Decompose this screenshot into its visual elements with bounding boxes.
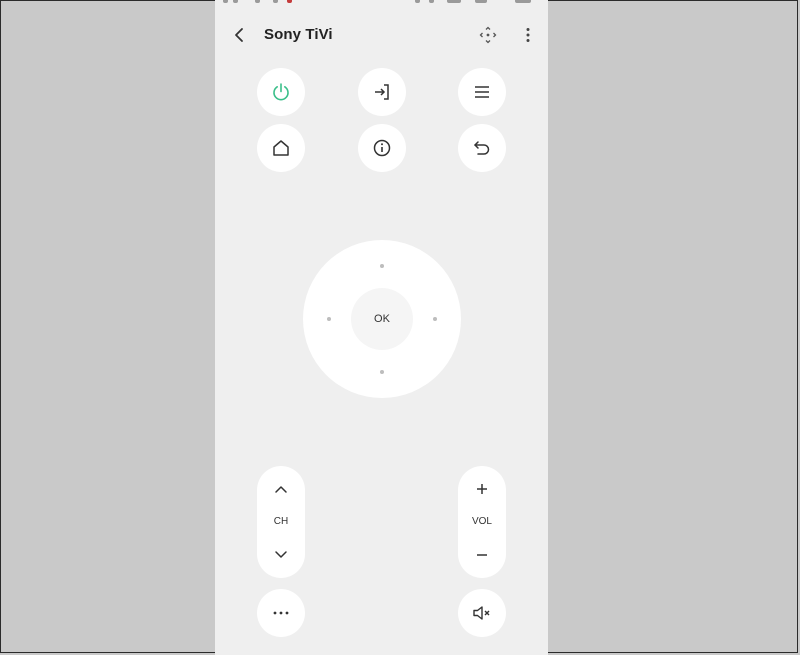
top-bar: Sony TiVi xyxy=(215,14,548,58)
chevron-down-icon xyxy=(275,551,287,558)
d-pad-right[interactable] xyxy=(424,308,446,330)
mute-button[interactable] xyxy=(458,589,506,637)
up-dot-icon xyxy=(380,264,384,268)
home-icon xyxy=(273,140,289,156)
volume-down-button[interactable] xyxy=(458,540,506,570)
d-pad: OK xyxy=(303,240,461,398)
power-icon xyxy=(273,83,289,101)
d-pad-left[interactable] xyxy=(318,308,340,330)
down-dot-icon xyxy=(380,370,384,374)
status-bar xyxy=(215,0,548,6)
return-button[interactable] xyxy=(458,124,506,172)
right-dot-icon xyxy=(433,317,437,321)
menu-button[interactable] xyxy=(458,68,506,116)
options-button[interactable] xyxy=(257,589,305,637)
channel-control: CH xyxy=(257,466,305,578)
left-dot-icon xyxy=(327,317,331,321)
info-button[interactable] xyxy=(358,124,406,172)
touchpad-button[interactable] xyxy=(477,24,499,46)
volume-up-button[interactable] xyxy=(458,474,506,504)
volume-control: VOL xyxy=(458,466,506,578)
return-icon xyxy=(474,141,490,155)
plus-icon xyxy=(477,484,487,494)
remote-screen: Sony TiVi OK CH VOL xyxy=(215,0,548,655)
chevron-up-icon xyxy=(275,486,287,493)
channel-up-button[interactable] xyxy=(257,474,305,504)
page-title: Sony TiVi xyxy=(264,26,333,43)
home-button[interactable] xyxy=(257,124,305,172)
mute-icon xyxy=(473,606,490,620)
back-button[interactable] xyxy=(229,24,251,46)
touchpad-icon xyxy=(479,26,497,44)
input-source-icon xyxy=(375,84,389,100)
d-pad-down[interactable] xyxy=(371,361,393,383)
minus-icon xyxy=(477,554,487,556)
volume-label: VOL xyxy=(471,516,492,527)
d-pad-up[interactable] xyxy=(371,255,393,277)
power-button[interactable] xyxy=(257,68,305,116)
input-source-button[interactable] xyxy=(358,68,406,116)
vertical-dots-icon xyxy=(526,28,530,42)
menu-icon xyxy=(475,86,489,98)
channel-down-button[interactable] xyxy=(257,540,305,570)
horizontal-dots-icon xyxy=(273,611,289,615)
channel-label: CH xyxy=(273,516,289,527)
more-options-button[interactable] xyxy=(517,24,539,46)
chevron-left-icon xyxy=(235,28,243,42)
info-icon xyxy=(373,139,391,157)
ok-button[interactable]: OK xyxy=(351,288,413,350)
